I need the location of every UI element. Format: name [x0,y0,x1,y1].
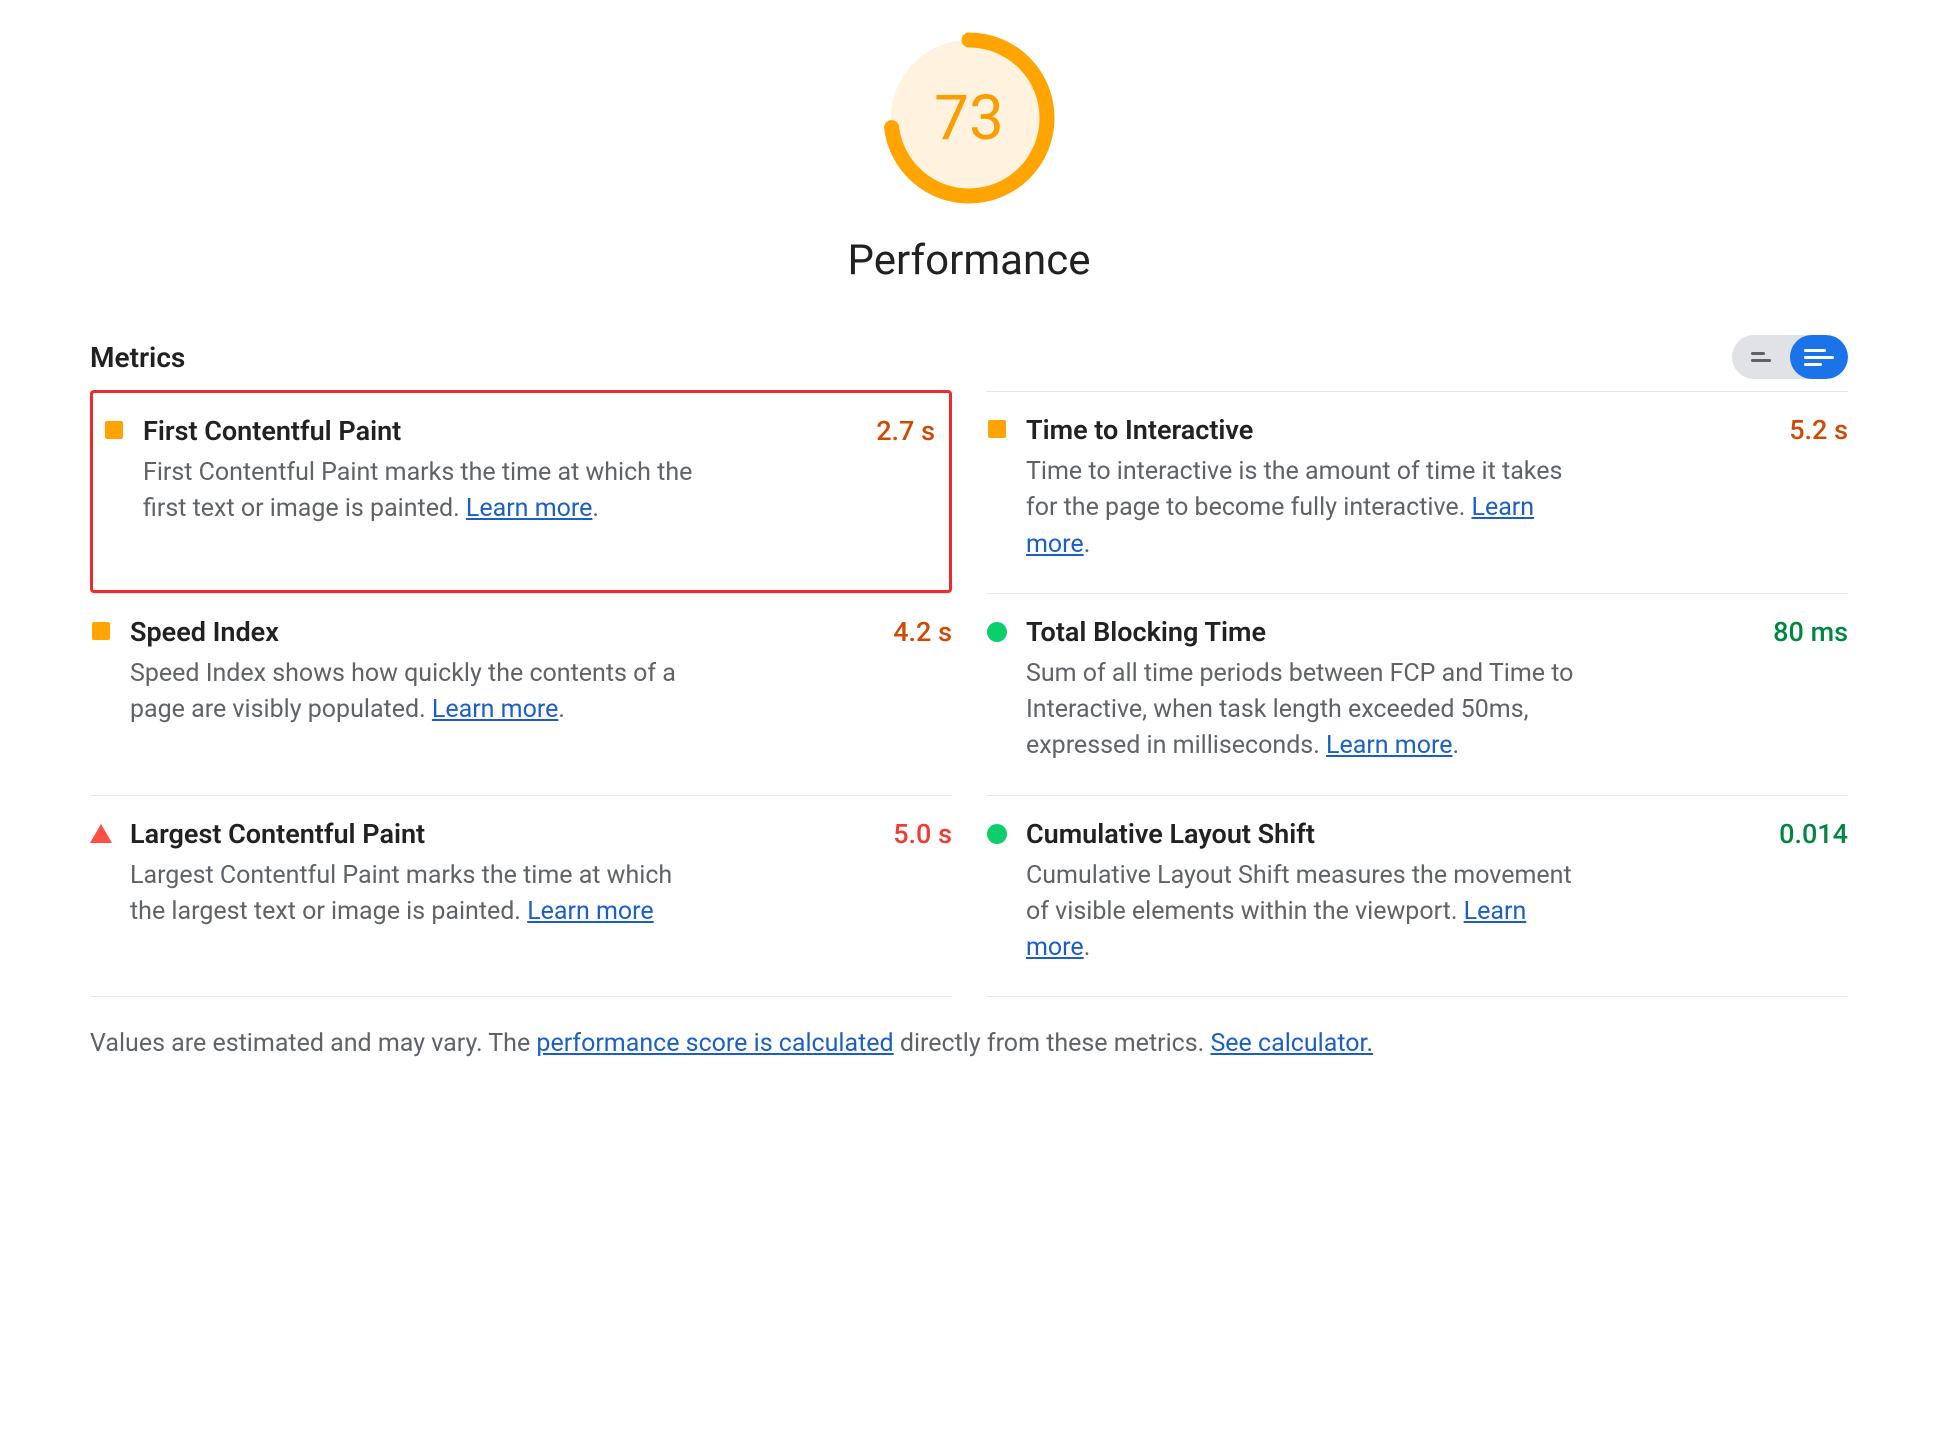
metric-card: Speed Index 4.2 s Speed Index shows how qu… [90,593,952,795]
metric-title: Time to Interactive [1026,414,1253,446]
metric-description: First Contentful Paint marks the time at… [143,455,703,528]
learn-more-link[interactable]: Learn more [432,695,558,724]
metric-description: Speed Index shows how quickly the conten… [130,656,690,729]
metric-title: Speed Index [130,616,279,648]
learn-more-link[interactable]: Learn more [527,897,653,926]
footnote: Values are estimated and may vary. The p… [90,997,1848,1058]
metric-card: Largest Contentful Paint 5.0 s Largest Con… [90,795,952,997]
status-average-icon [90,616,112,765]
gauge-title: Performance [848,236,1091,285]
status-good-icon [986,616,1008,765]
learn-more-link[interactable]: Learn more [466,494,592,523]
metric-title: Cumulative Layout Shift [1026,818,1315,850]
metric-description: Cumulative Layout Shift measures the mov… [1026,858,1586,967]
status-poor-icon [90,818,112,967]
metric-description: Time to interactive is the amount of tim… [1026,454,1586,563]
learn-more-link[interactable]: Learn more [1326,731,1452,760]
status-average-icon [986,414,1008,563]
description-toggle[interactable] [1732,335,1848,379]
status-good-icon [986,818,1008,967]
metric-value: 5.2 s [1789,414,1848,446]
metric-card: Time to Interactive 5.2 s Time to interact… [986,391,1848,593]
performance-gauge: 73 Performance [90,28,1848,285]
toggle-collapsed[interactable] [1732,335,1790,379]
metric-value: 4.2 s [893,616,952,648]
footnote-link-calculator[interactable]: See calculator. [1210,1029,1373,1058]
metrics-heading: Metrics [90,341,185,374]
metric-description: Sum of all time periods between FCP and … [1026,656,1586,765]
metric-card: First Contentful Paint 2.7 s First Content… [90,390,952,593]
metric-description: Largest Contentful Paint marks the time … [130,858,690,931]
score-value: 73 [879,28,1059,208]
metric-card: Cumulative Layout Shift 0.014 Cumulative L… [986,795,1848,997]
footnote-link-calculated[interactable]: performance score is calculated [536,1029,893,1058]
metric-value: 80 ms [1773,616,1848,648]
status-average-icon [103,415,125,560]
metric-title: Largest Contentful Paint [130,818,425,850]
metric-value: 2.7 s [876,415,935,447]
metric-card: Total Blocking Time 80 ms Sum of all time … [986,593,1848,795]
metric-value: 0.014 [1779,818,1848,850]
toggle-expanded[interactable] [1790,335,1848,379]
metric-title: Total Blocking Time [1026,616,1266,648]
score-gauge: 73 [879,28,1059,208]
metric-title: First Contentful Paint [143,415,401,447]
metric-value: 5.0 s [893,818,952,850]
